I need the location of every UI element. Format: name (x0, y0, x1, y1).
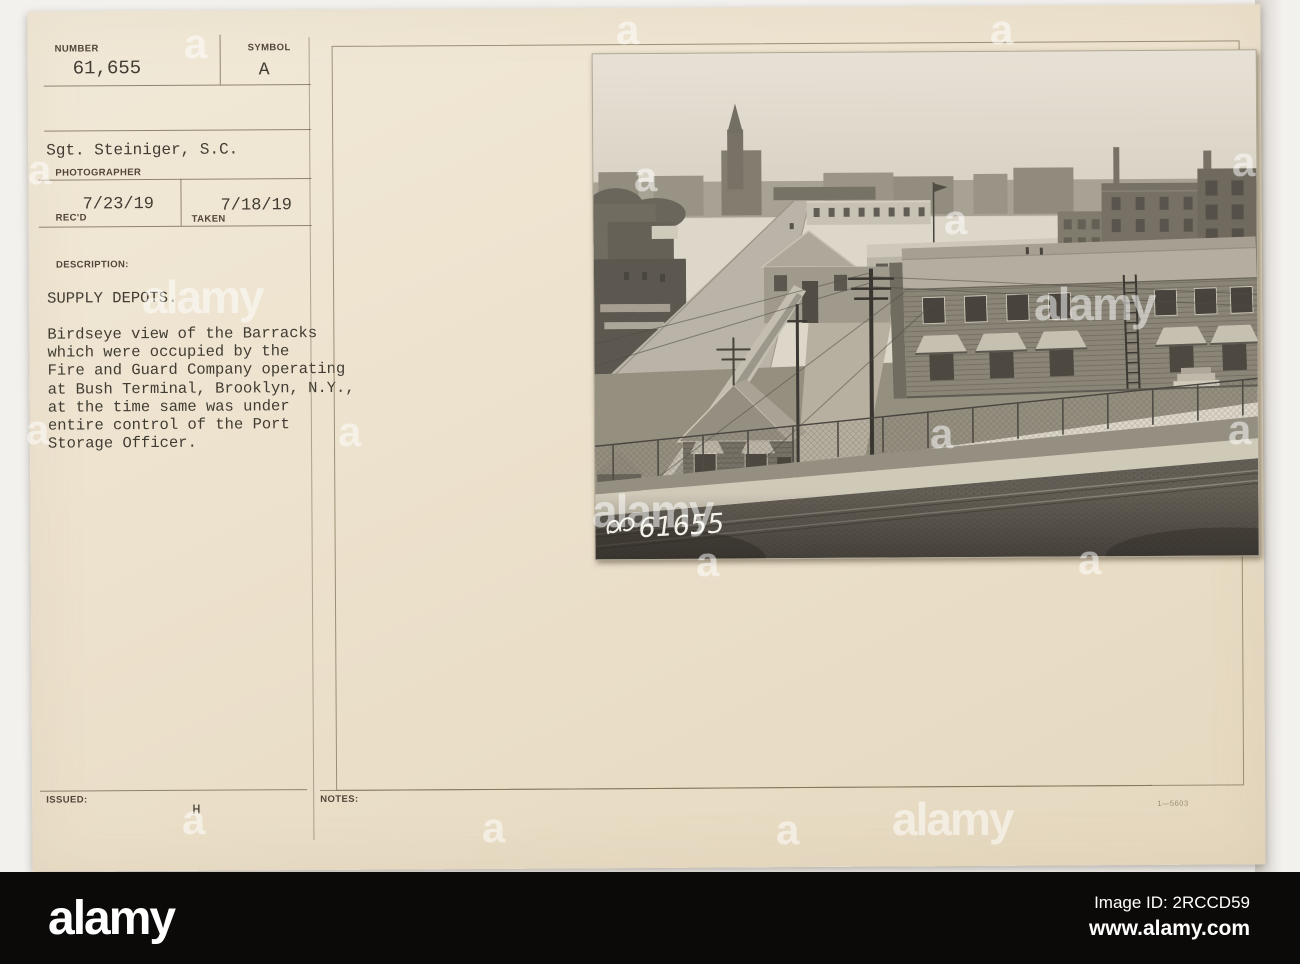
description-line: at the time same was under (47, 396, 290, 417)
photograph: 61655 (591, 49, 1260, 561)
image-id: Image ID: 2RCCD59 (1089, 892, 1250, 915)
image-id-label: Image ID: (1094, 893, 1168, 913)
website-url: www.alamy.com (1088, 917, 1250, 941)
taken-label: TAKEN (191, 213, 226, 225)
symbol-label: SYMBOL (247, 42, 291, 54)
rule-issued (40, 789, 308, 792)
photographer-label: PHOTOGRAPHER (55, 167, 142, 179)
description-line: Fire and Guard Company operating (47, 360, 346, 381)
alamy-logo: alamy (48, 891, 176, 945)
rule-under-dates (38, 225, 312, 228)
description-title: SUPPLY DEPOTS. (47, 288, 178, 308)
footer-info: Image ID: 2RCCD59 www.alamy.com (1089, 892, 1250, 943)
rule-under-number (43, 84, 311, 87)
symbol-value: A (258, 60, 270, 81)
image-id-value: 2RCCD59 (1172, 893, 1250, 913)
received-label: REC'D (55, 212, 87, 224)
description-label: DESCRIPTION: (55, 259, 129, 271)
dates-divider (180, 178, 182, 226)
alamy-footer-bar: alamy Image ID: 2RCCD59 www.alamy.com (0, 872, 1300, 964)
description-text: Birdseye view of the Barracks which were… (47, 324, 355, 453)
description-line: at Bush Terminal, Brooklyn, N.Y., (47, 378, 355, 399)
photographer-name: Sgt. Steiniger, S.C. (46, 140, 239, 160)
photo-number-text: 61655 (638, 508, 726, 544)
description-line: entire control of the Port (47, 415, 290, 435)
rule-blank-row (44, 129, 312, 132)
issued-value: H (192, 802, 201, 819)
number-label: NUMBER (54, 43, 99, 55)
print-code: 1—5603 (1157, 798, 1189, 808)
notes-label: NOTES: (320, 793, 359, 805)
description-line: Birdseye view of the Barracks (47, 324, 318, 344)
header-divider (219, 34, 221, 85)
photo-haze (592, 50, 1259, 560)
taken-value: 7/18/19 (220, 196, 293, 216)
archive-card: NUMBER 61,655 SYMBOL A Sgt. Steiniger, S… (27, 4, 1266, 872)
photo-scene: 61655 (592, 50, 1259, 560)
number-value: 61,655 (72, 57, 142, 80)
issued-label: ISSUED: (46, 794, 88, 806)
description-line: Storage Officer. (47, 433, 197, 453)
description-line: which were occupied by the (47, 342, 290, 362)
received-value: 7/23/19 (82, 195, 155, 215)
